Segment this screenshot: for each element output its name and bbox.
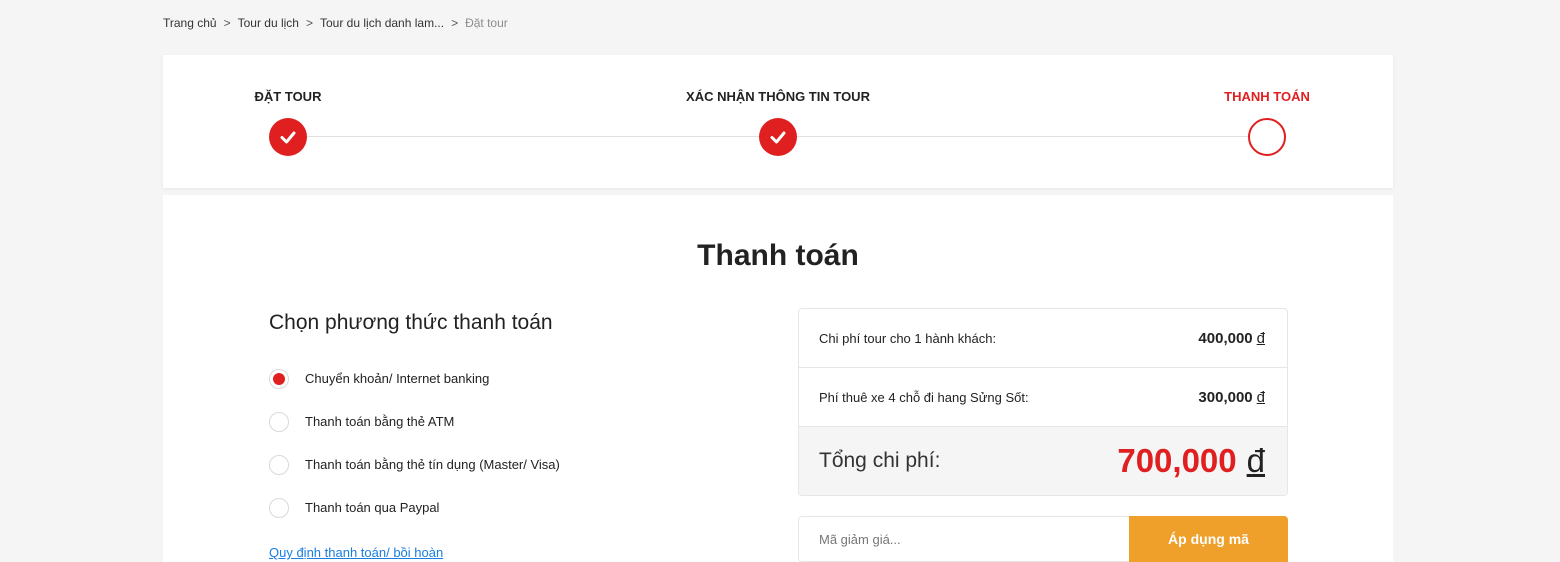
cost-row-label: Chi phí tour cho 1 hành khách:	[819, 330, 997, 346]
cost-summary: Chi phí tour cho 1 hành khách: 400,000 đ …	[798, 308, 1288, 496]
step-complete-marker	[269, 118, 307, 156]
payment-card: Thanh toán Chọn phương thức thanh toán C…	[163, 195, 1393, 562]
breadcrumb-tours[interactable]: Tour du lịch	[238, 16, 299, 30]
step-label-confirm-info: XÁC NHẬN THÔNG TIN TOUR	[686, 89, 870, 104]
payment-method-title: Chọn phương thức thanh toán	[269, 311, 553, 334]
payment-method-label: Thanh toán qua Paypal	[305, 500, 440, 515]
payment-policy-link[interactable]: Quy định thanh toán/ bồi hoàn	[269, 545, 443, 560]
payment-method-paypal[interactable]: Thanh toán qua Paypal	[269, 486, 709, 529]
radio-button[interactable]	[269, 454, 289, 475]
breadcrumb: Trang chủ > Tour du lịch > Tour du lịch …	[163, 16, 508, 30]
cost-row-label: Phí thuê xe 4 chỗ đi hang Sửng Sốt:	[819, 389, 1029, 405]
step-label-payment: THANH TOÁN	[1224, 89, 1310, 104]
total-label: Tổng chi phí:	[819, 449, 941, 472]
payment-method-section: Chọn phương thức thanh toán Chuyển khoản…	[269, 311, 709, 562]
payment-method-label: Thanh toán bằng thẻ ATM	[305, 414, 455, 429]
breadcrumb-home[interactable]: Trang chủ	[163, 16, 217, 30]
payment-method-label: Thanh toán bằng thẻ tín dụng (Master/ Vi…	[305, 457, 560, 472]
coupon-input[interactable]	[798, 516, 1129, 562]
breadcrumb-separator: >	[305, 16, 313, 30]
breadcrumb-separator: >	[223, 16, 231, 30]
payment-method-bank-transfer[interactable]: Chuyển khoản/ Internet banking	[269, 357, 709, 400]
check-icon	[280, 131, 296, 144]
cost-row-amount: 400,000 đ	[1198, 329, 1265, 347]
payment-method-label: Chuyển khoản/ Internet banking	[305, 371, 490, 386]
step-complete-marker	[759, 118, 797, 156]
radio-button-selected[interactable]	[269, 368, 289, 389]
cost-row-tour-price: Chi phí tour cho 1 hành khách: 400,000 đ	[799, 309, 1287, 368]
coupon-form: Áp dụng mã	[798, 516, 1288, 562]
radio-button[interactable]	[269, 411, 289, 432]
progress-steps: ĐẶT TOUR XÁC NHẬN THÔNG TIN TOUR THANH T…	[163, 55, 1393, 188]
payment-method-atm[interactable]: Thanh toán bằng thẻ ATM	[269, 400, 709, 443]
breadcrumb-current: Đặt tour	[465, 16, 508, 30]
cost-total: Tổng chi phí: 700,000 đ	[799, 427, 1287, 495]
radio-button[interactable]	[269, 497, 289, 518]
payment-method-credit-card[interactable]: Thanh toán bằng thẻ tín dụng (Master/ Vi…	[269, 443, 709, 486]
breadcrumb-separator: >	[451, 16, 459, 30]
cost-row-amount: 300,000 đ	[1198, 388, 1265, 406]
breadcrumb-tour-category[interactable]: Tour du lịch danh lam...	[320, 16, 444, 30]
page-title: Thanh toán	[697, 239, 859, 272]
total-amount: 700,000 đ	[1117, 442, 1265, 479]
step-current-marker	[1248, 118, 1286, 156]
apply-coupon-button[interactable]: Áp dụng mã	[1129, 516, 1288, 562]
step-label-book-tour: ĐẶT TOUR	[254, 89, 322, 104]
check-icon	[770, 131, 786, 144]
cost-row-car-rental: Phí thuê xe 4 chỗ đi hang Sửng Sốt: 300,…	[799, 368, 1287, 427]
